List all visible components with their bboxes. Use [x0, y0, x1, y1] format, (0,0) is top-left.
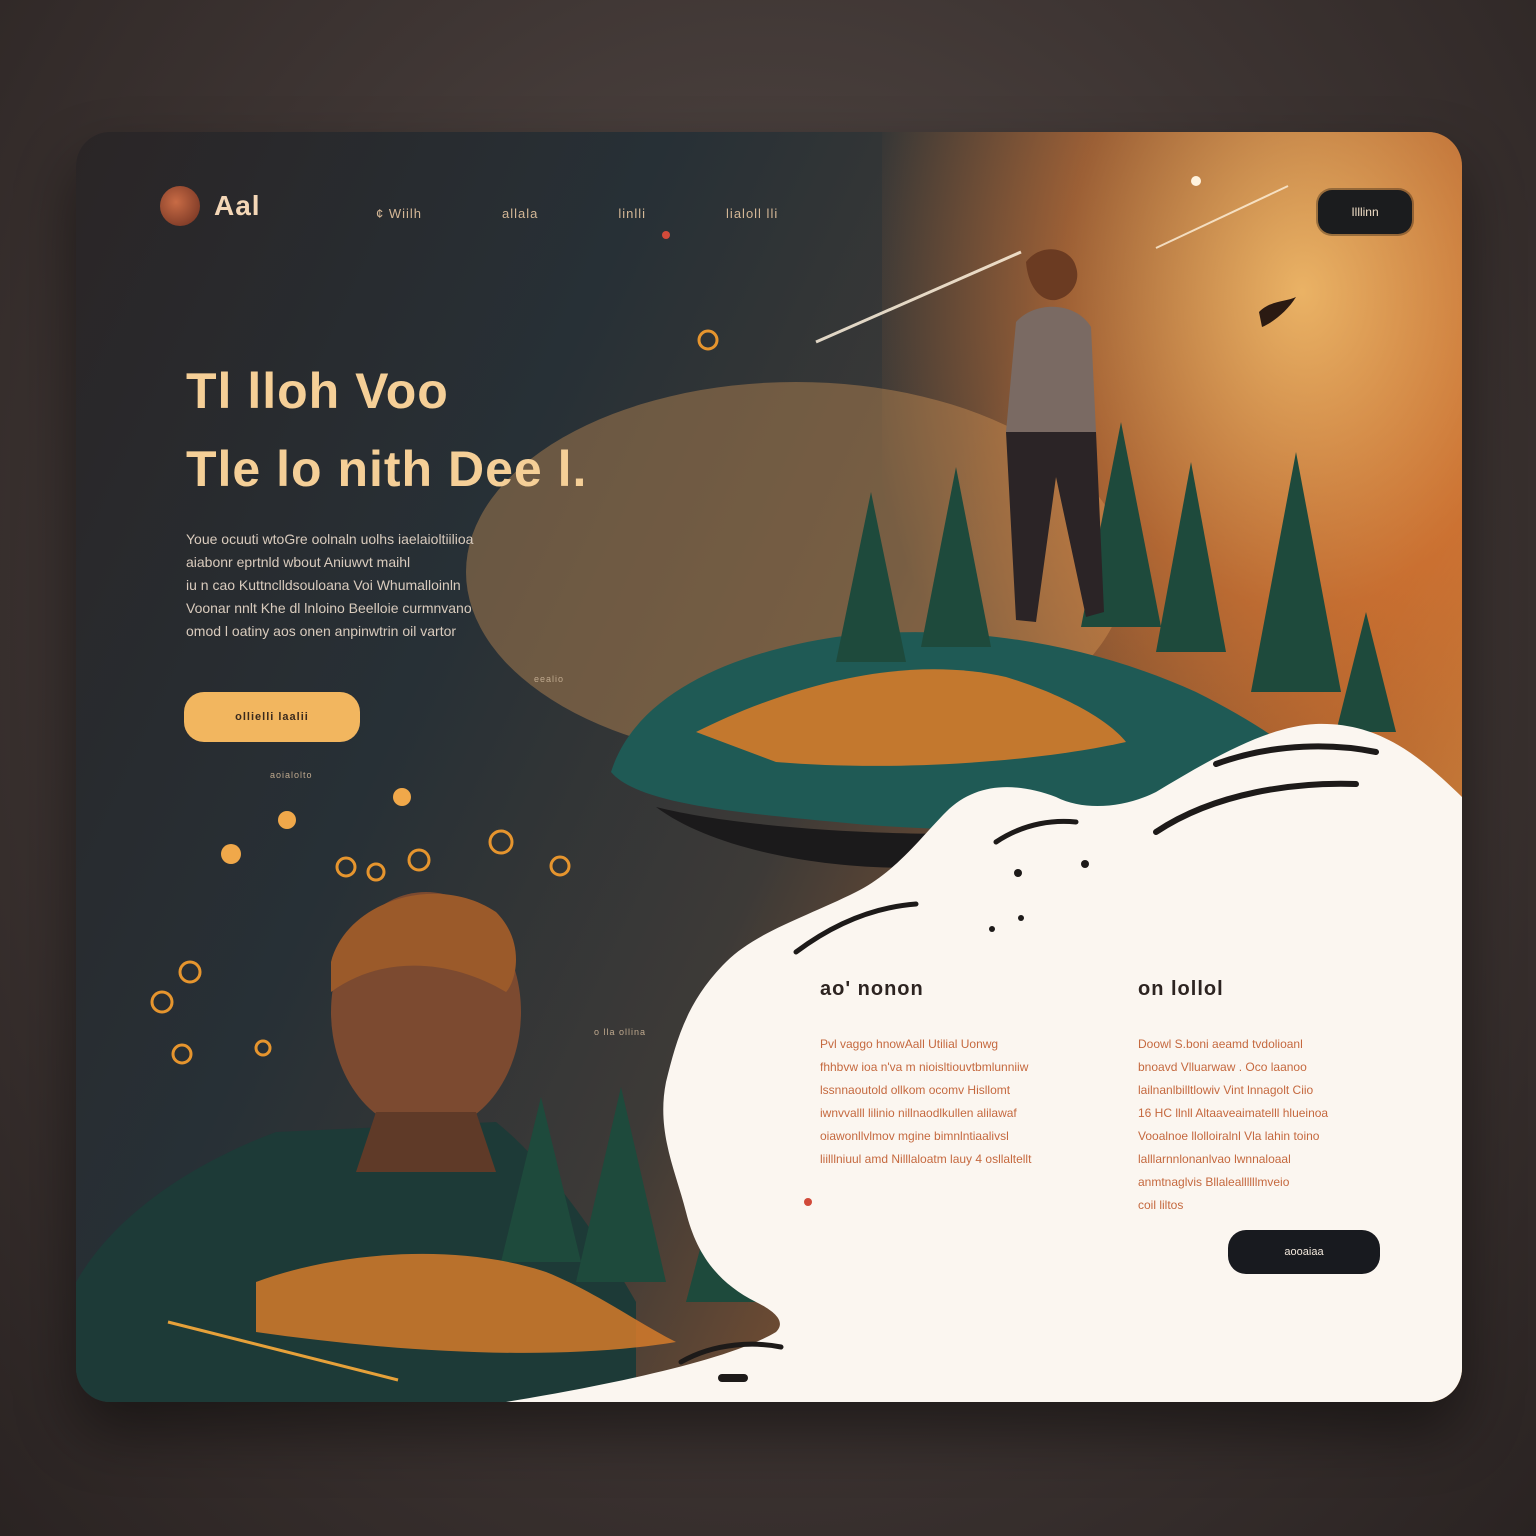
- hero-title-line-1: Tl lloh Voo: [186, 363, 449, 419]
- nav-item-3[interactable]: linlli: [618, 206, 646, 221]
- info-line: coil liltos: [1138, 1198, 1184, 1212]
- hero-caption: aoialolto: [270, 770, 313, 780]
- info-block-1: ao' nonon Pvl vaggo hnowAall Utilial Uon…: [820, 978, 1080, 1171]
- hero-body-line: omod l oatiny aos onen anpinwtrin oil va…: [186, 623, 457, 639]
- nav-item-1[interactable]: ¢ Wiilh: [376, 206, 422, 221]
- info-line: iwnvvalll lilinio nillnaodlkullen alilaw…: [820, 1106, 1017, 1120]
- logo-text: Aal: [214, 190, 261, 221]
- info-block-title: on lollol: [1138, 978, 1224, 1000]
- nav-item-4[interactable]: lialoll lli: [726, 206, 778, 221]
- info-line: lssnnaoutold ollkom ocomv Hisllomt: [820, 1083, 1011, 1097]
- hero-body-text: Youe ocuuti wtoGre oolnaln uolhs iaelaio…: [186, 528, 596, 643]
- info-block-2: on lollol Doowl S.boni aeamd tvdolioanl …: [1138, 978, 1388, 1217]
- info-line: fhhbvw ioa n'va m nioisltiouvtbmlunniiw: [820, 1060, 1029, 1074]
- hero-caption: o lla ollina: [594, 1027, 647, 1037]
- hero-body-line: Youe ocuuti wtoGre oolnaln uolhs iaelaio…: [186, 531, 474, 547]
- panel-cta-button[interactable]: aooaiaa: [1228, 1230, 1380, 1274]
- header-cta-button[interactable]: Illlinn: [1318, 190, 1412, 234]
- info-line: bnoavd Vlluarwaw . Oco laanoo: [1138, 1060, 1307, 1074]
- info-line: lalllarnnlonanlvao lwnnaloaal: [1138, 1152, 1291, 1166]
- logo-mark-icon: [160, 186, 200, 226]
- info-line: Pvl vaggo hnowAall Utilial Uonwg: [820, 1037, 999, 1051]
- info-block-text: Pvl vaggo hnowAall Utilial Uonwg fhhbvw …: [820, 1033, 1080, 1171]
- hero-body-line: aiabonr eprtnld wbout Aniuwvt maihl: [186, 554, 411, 570]
- info-line: 16 HC llnll Altaaveaimatelll hlueinoa: [1138, 1106, 1329, 1120]
- hero-title-line-2: Tle lo nith Dee l.: [186, 441, 588, 497]
- hero-body-line: Voonar nnlt Khe dl lnloino Beelloie curm…: [186, 600, 472, 616]
- brand-logo[interactable]: Aal: [160, 186, 261, 226]
- info-block-text: Doowl S.boni aeamd tvdolioanl bnoavd Vll…: [1138, 1033, 1388, 1217]
- info-block-title: ao' nonon: [820, 978, 924, 1000]
- nav-item-2[interactable]: allala: [502, 206, 538, 221]
- hero-body-line: iu n cao Kuttnclldsouloana Voi Whumalloi…: [186, 577, 461, 593]
- info-line: oiawonllvlmov mgine bimnlntiaalivsl: [820, 1129, 1009, 1143]
- info-line: anmtnaglvis Bllaleallllllmveio: [1138, 1175, 1290, 1189]
- info-line: Vooalnoe llolloiralnl Vla lahin toino: [1138, 1129, 1320, 1143]
- info-line: liilllniuul amd Nilllaloatm lauy 4 oslla…: [820, 1152, 1032, 1166]
- info-line: Doowl S.boni aeamd tvdolioanl: [1138, 1037, 1303, 1051]
- main-nav: ¢ Wiilh allala linlli lialoll lli: [376, 206, 778, 221]
- hero-cta-button[interactable]: ollielli laalii: [184, 692, 360, 742]
- hero-title: Tl lloh Voo Tle lo nith Dee l.: [186, 352, 587, 508]
- landing-page-card: Aal ¢ Wiilh allala linlli lialoll lli Il…: [76, 132, 1462, 1402]
- info-line: lailnanlbilltlowiv Vint lnnagolt Ciio: [1138, 1083, 1314, 1097]
- hero-caption: eealio: [534, 674, 565, 684]
